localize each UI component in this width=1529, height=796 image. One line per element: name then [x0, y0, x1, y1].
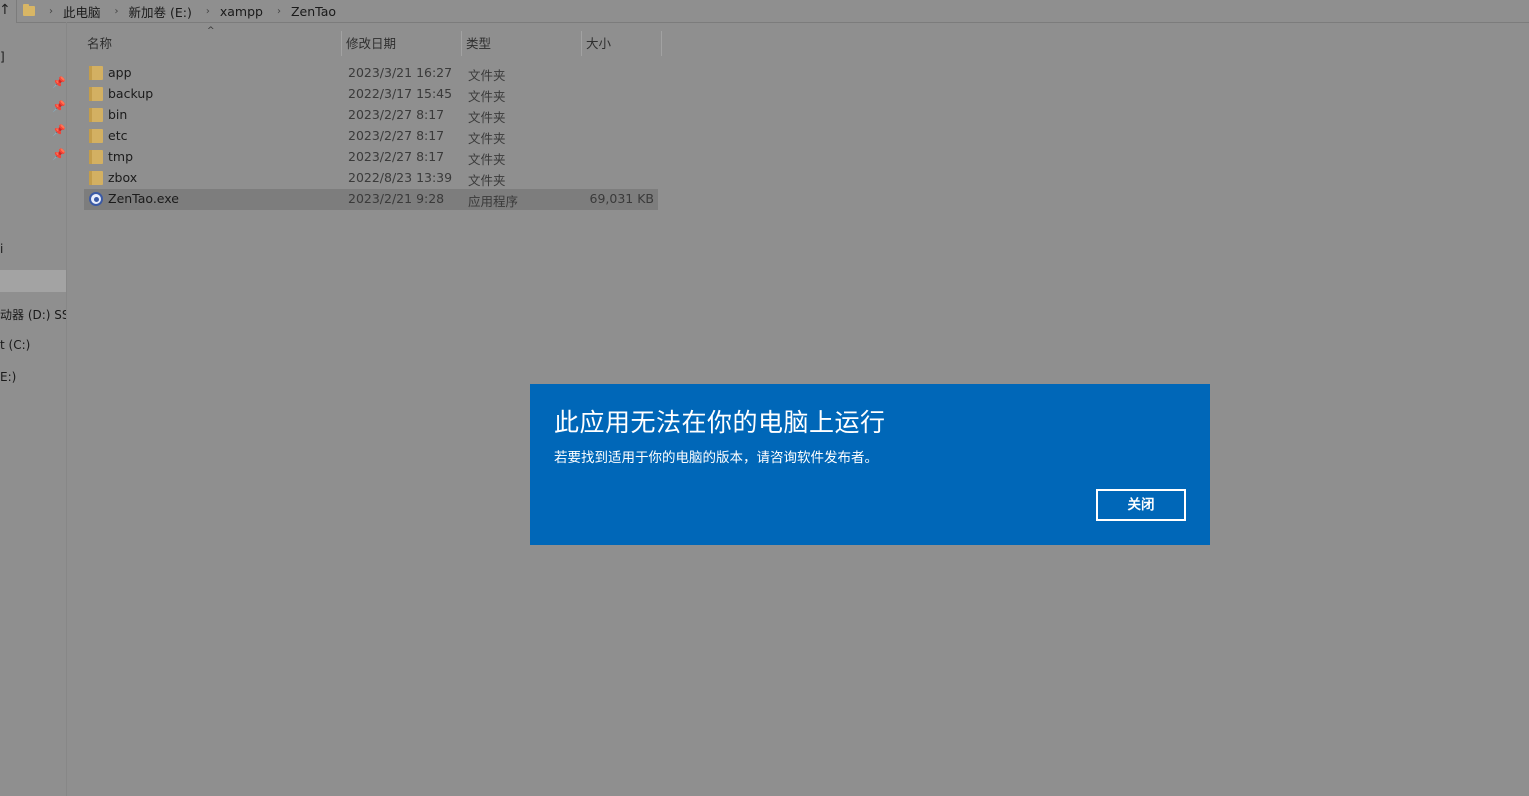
file-type: 文件夹 [468, 152, 506, 167]
application-icon [89, 192, 103, 206]
nav-item[interactable]: i [0, 242, 3, 256]
folder-icon [89, 87, 103, 101]
column-header-size[interactable]: 大小 [582, 31, 662, 56]
folder-icon [89, 150, 103, 164]
column-header-name[interactable]: 名称 [83, 31, 342, 56]
nav-item-drive-d[interactable]: 动器 (D:) SSS [0, 306, 66, 323]
nav-item-drive-e[interactable]: E:) [0, 370, 16, 384]
file-date: 2023/3/21 16:27 [348, 65, 453, 80]
file-name: backup [108, 86, 154, 101]
column-header-type[interactable]: 类型 [462, 31, 582, 56]
file-size: 69,031 KB [589, 191, 654, 206]
file-date: 2023/2/21 9:28 [348, 191, 445, 206]
file-type: 文件夹 [468, 89, 506, 104]
file-name: tmp [108, 149, 134, 164]
error-dialog: 此应用无法在你的电脑上运行 若要找到适用于你的电脑的版本，请咨询软件发布者。 关… [530, 384, 1210, 545]
file-date: 2023/2/27 8:17 [348, 128, 445, 143]
close-button[interactable]: 关闭 [1096, 489, 1186, 521]
file-date: 2023/2/27 8:17 [348, 107, 445, 122]
file-name: app [108, 65, 132, 80]
file-name: zbox [108, 170, 138, 185]
file-row-selected[interactable]: ZenTao.exe 2023/2/21 9:28 应用程序 69,031 KB [84, 189, 658, 210]
file-type: 应用程序 [468, 194, 519, 209]
folder-icon [89, 66, 103, 80]
chevron-right-icon: › [114, 5, 119, 17]
nav-item-selected[interactable] [0, 270, 66, 292]
dialog-title: 此应用无法在你的电脑上运行 [554, 408, 886, 437]
file-date: 2022/3/17 15:45 [348, 86, 453, 101]
file-name: ZenTao.exe [108, 191, 179, 206]
breadcrumb-item-this-pc[interactable]: 此电脑 [63, 2, 101, 21]
breadcrumb[interactable]: › 此电脑 › 新加卷 (E:) › xampp › ZenTao [16, 0, 1529, 23]
folder-icon [89, 108, 103, 122]
navigation-pane: ] 📌 📌 📌 📌 i 动器 (D:) SSS t (C:) E:) [0, 22, 67, 796]
file-type: 文件夹 [468, 131, 506, 146]
folder-icon [23, 4, 35, 16]
file-type: 文件夹 [468, 173, 506, 188]
file-date: 2022/8/23 13:39 [348, 170, 453, 185]
nav-item[interactable]: ] [0, 50, 5, 64]
pin-icon: 📌 [52, 148, 66, 161]
file-type: 文件夹 [468, 110, 506, 125]
file-name: bin [108, 107, 128, 122]
up-arrow-icon[interactable]: ↑ [0, 2, 11, 18]
file-type: 文件夹 [468, 68, 506, 83]
dialog-message: 若要找到适用于你的电脑的版本，请咨询软件发布者。 [554, 450, 878, 466]
column-header-date[interactable]: 修改日期 [342, 31, 462, 56]
folder-icon [89, 129, 103, 143]
nav-item-drive-c[interactable]: t (C:) [0, 338, 30, 352]
file-date: 2023/2/27 8:17 [348, 149, 445, 164]
file-name: etc [108, 128, 128, 143]
pin-icon: 📌 [52, 76, 66, 89]
file-row[interactable]: bin 2023/2/27 8:17 文件夹 [84, 105, 658, 126]
breadcrumb-item-drive-e[interactable]: 新加卷 (E:) [129, 2, 192, 21]
file-row[interactable]: etc 2023/2/27 8:17 文件夹 [84, 126, 658, 147]
file-row[interactable]: app 2023/3/21 16:27 文件夹 [84, 63, 658, 84]
chevron-right-icon: › [205, 5, 210, 17]
folder-icon [89, 171, 103, 185]
breadcrumb-item-zentao[interactable]: ZenTao [291, 4, 336, 19]
file-row[interactable]: backup 2022/3/17 15:45 文件夹 [84, 84, 658, 105]
file-row[interactable]: zbox 2022/8/23 13:39 文件夹 [84, 168, 658, 189]
pin-icon: 📌 [52, 100, 66, 113]
pin-icon: 📌 [52, 124, 66, 137]
file-row[interactable]: tmp 2023/2/27 8:17 文件夹 [84, 147, 658, 168]
chevron-right-icon: › [276, 5, 281, 17]
chevron-right-icon: › [49, 5, 53, 17]
address-bar: ↑ › 此电脑 › 新加卷 (E:) › xampp › ZenTao [0, 0, 1529, 23]
breadcrumb-item-xampp[interactable]: xampp [220, 4, 263, 19]
